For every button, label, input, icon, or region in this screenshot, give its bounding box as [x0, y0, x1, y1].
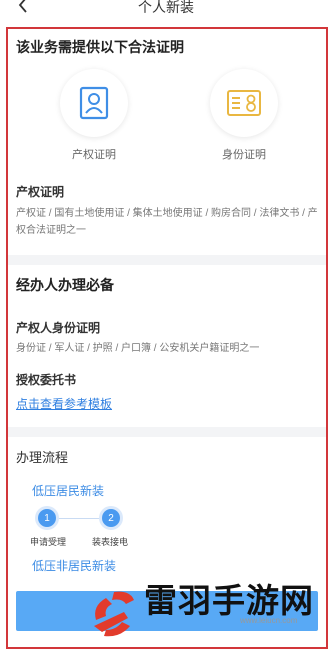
identity-proof-card[interactable] — [210, 69, 278, 137]
flow-type-residential[interactable]: 低压居民新装 — [32, 482, 104, 499]
process-title: 办理流程 — [16, 450, 69, 465]
property-proof-detail-text: 产权证 / 国有土地使用证 / 集体土地使用证 / 购房合同 / 法律文书 / … — [16, 208, 318, 236]
template-link[interactable]: 点击查看参考模板 — [16, 395, 112, 412]
step-label-2: 装表接电 — [92, 537, 129, 547]
agent-section: 经办人办理必备 产权人身份证明 身份证 / 军人证 / 护照 / 户口簿 / 公… — [8, 265, 326, 415]
watermark-title: 雷羽手游网 — [144, 581, 314, 620]
identity-proof-label: 身份证明 — [222, 149, 266, 161]
owner-identity-text: 身份证 / 军人证 / 护照 / 户口簿 / 公安机关户籍证明之一 — [16, 343, 260, 354]
agent-title: 经办人办理必备 — [16, 277, 114, 293]
section-divider — [8, 427, 326, 437]
property-proof-card[interactable] — [60, 69, 128, 137]
process-section: 办理流程 低压居民新装 1 2 申请受理 装表接电 低压非居民新装 — [8, 437, 326, 587]
content-frame: 该业务需提供以下合法证明 产权证明 身份证明 产权证明 产权证 / 国有土地使用… — [6, 27, 328, 649]
step-label-1: 申请受理 — [30, 537, 67, 547]
id-card-icon — [79, 86, 109, 120]
watermark-logo-icon — [94, 591, 134, 637]
property-proof-label: 产权证明 — [72, 149, 116, 161]
step-dot-2: 2 — [102, 509, 120, 527]
top-bar: 个人新装 — [0, 0, 332, 26]
watermark-url: www.leiucn.com — [240, 616, 298, 625]
required-docs-title: 该业务需提供以下合法证明 — [16, 39, 184, 55]
authorization-title: 授权委托书 — [16, 373, 77, 387]
page-title: 个人新装 — [138, 0, 194, 15]
required-docs-section: 该业务需提供以下合法证明 产权证明 身份证明 产权证明 产权证 / 国有土地使用… — [8, 29, 326, 239]
watermark: 雷羽手游网 www.leiucn.com — [84, 572, 330, 656]
owner-identity-title: 产权人身份证明 — [16, 321, 101, 335]
property-proof-detail-title: 产权证明 — [16, 185, 65, 199]
step-dot-1: 1 — [38, 509, 56, 527]
section-divider — [8, 255, 326, 265]
id-document-icon — [227, 90, 261, 116]
